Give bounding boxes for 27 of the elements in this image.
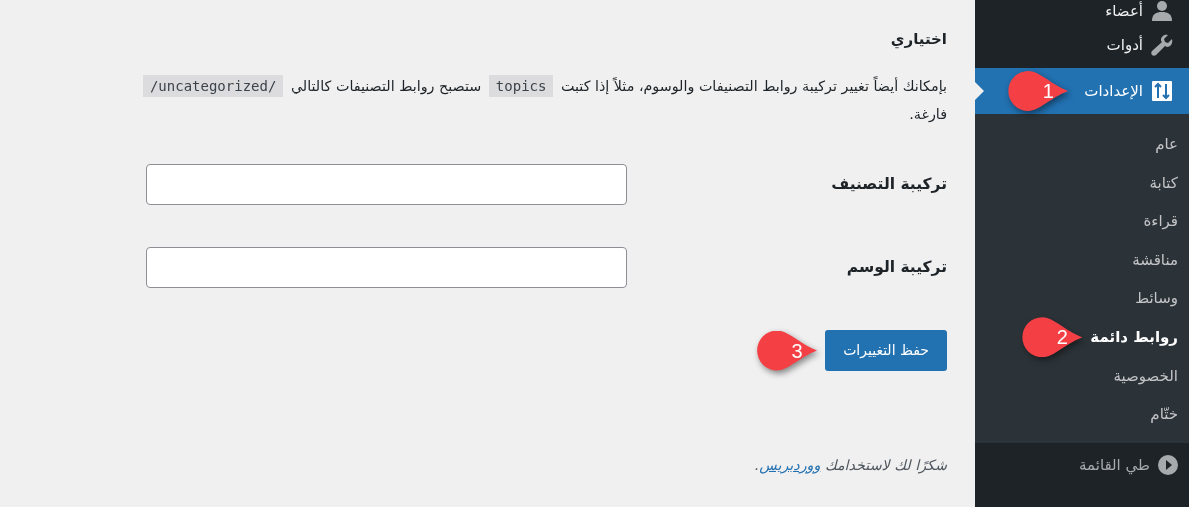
wrench-icon — [1151, 34, 1173, 56]
submenu-item[interactable]: الخصوصية — [975, 356, 1189, 396]
submenu-item[interactable]: روابط دائمة — [1090, 317, 1189, 357]
save-changes-button[interactable]: حفظ التغييرات — [825, 330, 947, 371]
submenu-item[interactable]: وسائط — [975, 279, 1189, 318]
submenu-item[interactable]: قراءة — [975, 202, 1189, 241]
play-icon — [1158, 454, 1178, 475]
text-input[interactable] — [146, 247, 627, 288]
menu-item[interactable]: أعضاء — [975, 0, 1189, 22]
text-input[interactable] — [146, 164, 627, 205]
wordpress-link[interactable]: ووردبريس — [759, 457, 821, 473]
current-page-pointer — [975, 82, 984, 100]
section-heading: اختياري — [889, 30, 947, 48]
field-label: تركيبة التصنيف — [830, 173, 947, 195]
submenu-item[interactable]: ختّام — [975, 395, 1189, 434]
callout-badge: 2 — [1022, 317, 1083, 358]
callout-badge: 1 — [1008, 71, 1069, 111]
submenu-item[interactable]: كتابة — [975, 163, 1189, 203]
menu-item[interactable]: أدوات — [975, 22, 1189, 68]
submenu-item[interactable]: عام — [975, 125, 1189, 164]
submenu-item[interactable]: مناقشة — [975, 240, 1189, 280]
field-label: تركيبة الوسم — [845, 256, 947, 278]
footer-text: شكرًا لك لاستخدامك ووردبريس. — [753, 456, 947, 476]
callout-badge: 3 — [757, 330, 818, 371]
collapse-menu-button[interactable]: طي القائمة — [975, 442, 1189, 487]
user-icon — [1151, 1, 1173, 21]
sliders-icon — [1151, 80, 1173, 102]
